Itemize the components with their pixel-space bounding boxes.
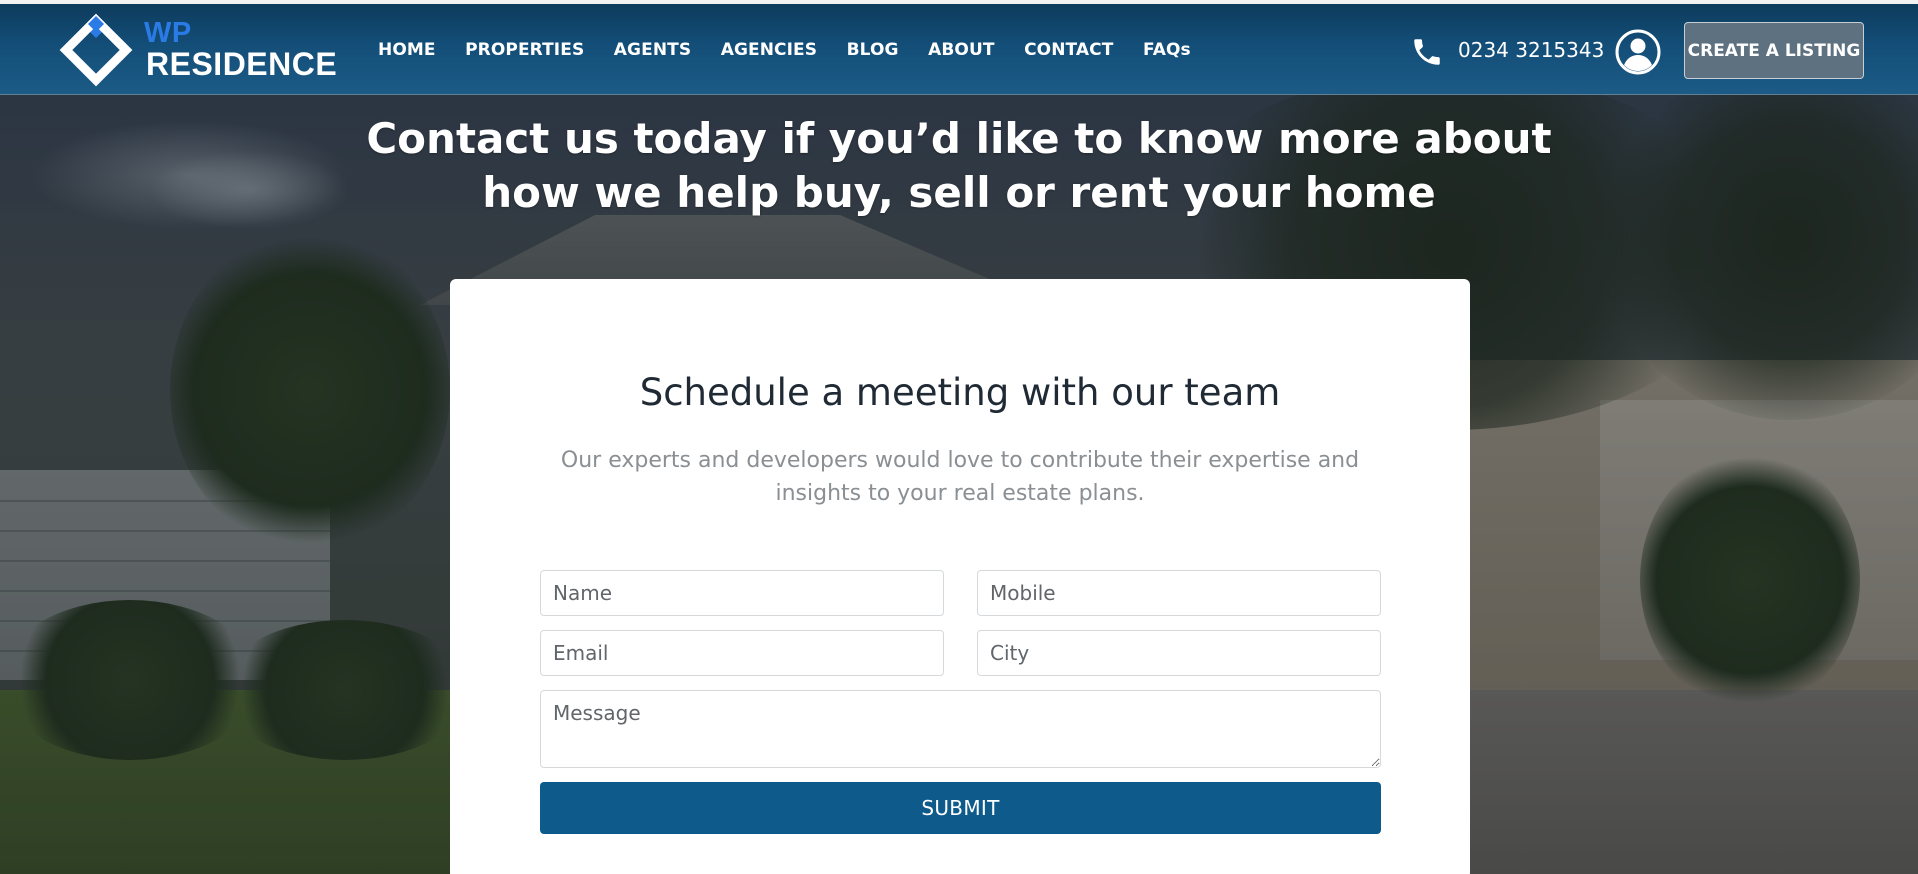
message-textarea[interactable] [540, 690, 1381, 768]
site-logo[interactable]: WP RESIDENCE [58, 12, 337, 88]
form-subtitle-line1: Our experts and developers would love to… [560, 448, 1360, 473]
nav-agents[interactable]: AGENTS [614, 40, 691, 60]
nav-about[interactable]: ABOUT [928, 40, 994, 60]
create-listing-button[interactable]: CREATE A LISTING [1684, 22, 1864, 79]
email-input[interactable] [540, 630, 944, 676]
hero-title-line1: Contact us today if you’d like to know m… [366, 114, 1552, 163]
phone-number: 0234 3215343 [1458, 37, 1605, 62]
phone-icon [1414, 38, 1440, 65]
logo-residence-text: RESIDENCE [146, 46, 338, 82]
form-title: Schedule a meeting with our team [639, 371, 1281, 414]
name-input[interactable] [540, 570, 944, 616]
nav-home[interactable]: HOME [378, 40, 436, 60]
form-subtitle-line2: insights to your real estate plans. [775, 481, 1145, 506]
nav-agencies[interactable]: AGENCIES [721, 40, 817, 60]
form-subtitle: Our experts and developers would love to… [560, 444, 1360, 510]
nav-faqs[interactable]: FAQs [1143, 40, 1191, 60]
contact-form-card: Schedule a meeting with our team Our exp… [450, 279, 1470, 874]
main-navigation: HOME PROPERTIES AGENTS AGENCIES BLOG ABO… [378, 4, 1220, 95]
logo-wp-text: WP [144, 17, 192, 49]
city-input[interactable] [977, 630, 1381, 676]
logo-diamond-icon [59, 13, 133, 87]
mobile-input[interactable] [977, 570, 1381, 616]
site-header: WP RESIDENCE HOME PROPERTIES AGENTS AGEN… [0, 4, 1918, 95]
submit-button[interactable]: SUBMIT [540, 782, 1381, 834]
nav-properties[interactable]: PROPERTIES [465, 40, 584, 60]
user-account-icon[interactable] [1615, 29, 1661, 75]
header-phone[interactable]: 0234 3215343 [1410, 4, 1604, 95]
nav-blog[interactable]: BLOG [847, 40, 899, 60]
nav-contact[interactable]: CONTACT [1024, 40, 1113, 60]
hero-title-line2: how we help buy, sell or rent your home [482, 168, 1436, 217]
hero-title: Contact us today if you’d like to know m… [359, 112, 1559, 220]
